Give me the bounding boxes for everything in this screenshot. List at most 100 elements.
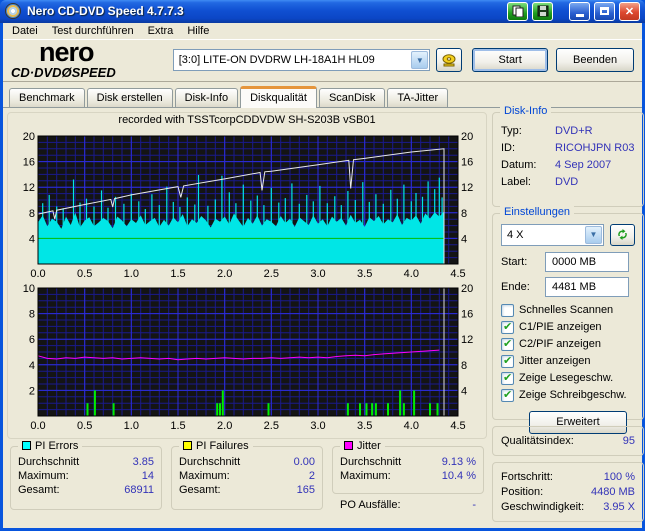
tab-scandisk[interactable]: ScanDisk	[318, 87, 386, 107]
scan-speed-value: 4 X	[507, 228, 524, 241]
tab-disk-info[interactable]: Disk-Info	[174, 87, 239, 107]
svg-text:1.5: 1.5	[170, 420, 185, 432]
tab-content-diskqualitaet: recorded with TSSTcorpCDDVDW SH-S203B vS…	[3, 104, 644, 528]
pi-failures-title: PI Failures	[196, 439, 249, 452]
disk-info-row: Typ: DVD+R	[501, 124, 593, 137]
svg-text:16: 16	[461, 309, 473, 321]
tab-disk-erstellen[interactable]: Disk erstellen	[86, 87, 173, 107]
stats-row: PI Errors Durchschnitt 3.85 Maximum: 14 Ge…	[7, 439, 487, 511]
tab-benchmark[interactable]: Benchmark	[9, 87, 85, 107]
menu-extra[interactable]: Extra	[141, 23, 181, 39]
quality-top-chart: 4 8 12 16 20 4 8 12 16 20 0.0 0.5 1.0 1.5 2.0 2.5 3.0 3.5…	[23, 131, 474, 280]
save-icon	[537, 5, 548, 17]
menubar: Datei Test durchführen Extra Hilfe	[3, 22, 642, 40]
checkbox-c1-pie[interactable]: C1/PIE anzeigen	[501, 319, 635, 336]
checkbox-icon[interactable]	[501, 354, 514, 368]
jitter-color-swatch	[344, 441, 353, 451]
progress-row: Fortschritt: 100 %	[501, 470, 635, 483]
drive-select[interactable]: [3:0] LITE-ON DVDRW LH-18A1H HL09 ▼	[172, 49, 431, 72]
end-field[interactable]	[545, 276, 629, 297]
svg-text:12: 12	[461, 182, 473, 194]
maximize-button[interactable]	[594, 1, 615, 21]
checkbox-icon[interactable]	[501, 320, 514, 334]
checkbox-schnelles-scannen[interactable]: Schnelles Scannen	[501, 302, 635, 319]
header: nero CD·DVDØSPEED [3:0] LITE-ON DVDRW LH…	[3, 39, 642, 82]
quit-button[interactable]: Beenden	[556, 48, 634, 73]
chart-annotation: recorded with TSSTcorpCDDVDW SH-S203B vS…	[118, 113, 376, 126]
svg-text:16: 16	[23, 157, 35, 169]
svg-text:1.0: 1.0	[124, 420, 139, 432]
disk-info-row: ID: RICOHJPN R03	[501, 141, 635, 154]
pi-errors-box: PI Errors Durchschnitt 3.85 Maximum: 14 Ge…	[10, 439, 162, 510]
tabbar: Benchmark Disk erstellen Disk-Info Diskq…	[3, 81, 642, 108]
scan-speed-select[interactable]: 4 X ▼	[501, 223, 604, 246]
menu-hilfe[interactable]: Hilfe	[180, 23, 216, 39]
start-button[interactable]: Start	[472, 48, 549, 73]
checkbox-icon[interactable]	[501, 371, 514, 385]
chevron-down-icon[interactable]: ▼	[411, 51, 429, 70]
progress-box: Fortschritt: 100 % Position: 4480 MB Gesch…	[492, 461, 644, 522]
nero-logo-wordmark: nero	[39, 37, 95, 68]
svg-text:16: 16	[461, 157, 473, 169]
svg-text:0.0: 0.0	[30, 268, 45, 280]
svg-text:12: 12	[461, 334, 473, 346]
close-button[interactable]: ✕	[619, 1, 640, 21]
app-icon	[5, 3, 21, 20]
cddvdspeed-logo-text: CD·DVDØSPEED	[11, 65, 116, 81]
svg-text:3.0: 3.0	[310, 268, 325, 280]
svg-text:2.0: 2.0	[217, 268, 232, 280]
svg-text:10: 10	[23, 283, 35, 295]
start-field[interactable]	[545, 251, 629, 272]
pi-failures-color-swatch	[183, 441, 192, 451]
eject-disc-icon	[442, 54, 456, 67]
tab-ta-jitter[interactable]: TA-Jitter	[387, 87, 449, 107]
stat-row: Gesamt: 165	[179, 483, 315, 496]
checkbox-jitter[interactable]: Jitter anzeigen	[501, 353, 635, 370]
disk-info-row: Datum: 4 Sep 2007	[501, 158, 612, 171]
settings-box: Einstellungen 4 X ▼ Start: 0000 MB Ende:…	[492, 205, 644, 434]
checkbox-icon[interactable]	[501, 337, 514, 351]
quality-index-value: 95	[622, 434, 635, 447]
svg-text:4.0: 4.0	[404, 268, 419, 280]
checkbox-c2-pif[interactable]: C2/PIF anzeigen	[501, 336, 635, 353]
checkbox-schreibgeschw[interactable]: Zeige Schreibgeschw.	[501, 387, 635, 404]
svg-text:2.0: 2.0	[217, 420, 232, 432]
svg-text:4.5: 4.5	[450, 420, 465, 432]
svg-text:4: 4	[29, 233, 35, 245]
pi-errors-color-swatch	[22, 441, 31, 451]
copy-chart-button[interactable]	[507, 1, 528, 21]
svg-text:1.0: 1.0	[124, 268, 139, 280]
tab-diskqualitaet[interactable]: Diskqualität	[240, 85, 317, 108]
save-chart-button[interactable]	[532, 1, 553, 21]
refresh-button[interactable]	[610, 223, 635, 246]
svg-text:0.5: 0.5	[77, 420, 92, 432]
stat-row: Durchschnitt 0.00	[179, 455, 315, 468]
svg-text:4: 4	[29, 360, 35, 372]
stat-row: Maximum: 14	[18, 469, 154, 482]
svg-text:6: 6	[29, 334, 35, 346]
eject-button[interactable]	[436, 48, 463, 73]
titlebar[interactable]: Nero CD-DVD Speed 4.7.7.3 ✕	[0, 0, 645, 23]
disk-info-title: Disk-Info	[500, 104, 552, 117]
stat-row: Maximum: 2	[179, 469, 315, 482]
nero-logo: nero CD·DVDØSPEED	[11, 37, 173, 81]
stat-row: Durchschnitt 3.85	[18, 455, 154, 468]
svg-text:4: 4	[461, 385, 467, 397]
svg-text:4.5: 4.5	[450, 268, 465, 280]
end-field-label: Ende:	[501, 280, 530, 293]
chevron-down-icon[interactable]: ▼	[585, 225, 602, 244]
start-field-label: Start:	[501, 255, 528, 268]
checkbox-icon[interactable]	[501, 388, 514, 402]
disk-info-box: Disk-Info Typ: DVD+R ID: RICOHJPN R03 Datu…	[492, 104, 644, 207]
svg-text:12: 12	[23, 182, 35, 194]
progress-row: Position: 4480 MB	[501, 485, 635, 498]
checkbox-lesegeschw[interactable]: Zeige Lesegeschw.	[501, 370, 635, 387]
refresh-icon	[618, 229, 627, 241]
svg-text:2: 2	[29, 385, 35, 397]
checkbox-icon[interactable]	[501, 303, 514, 317]
po-ausfaelle-row: PO Ausfälle: -	[340, 498, 476, 511]
minimize-button[interactable]	[569, 1, 590, 21]
close-icon: ✕	[624, 5, 635, 18]
svg-text:20: 20	[23, 131, 35, 143]
minimize-icon	[575, 13, 584, 17]
